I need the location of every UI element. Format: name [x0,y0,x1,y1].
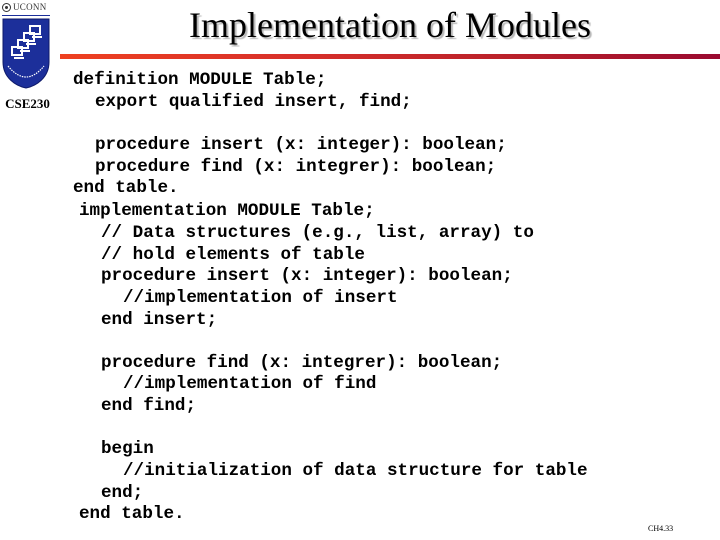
code-line: procedure insert (x: integer): boolean; [95,135,507,155]
code-line: end find; [101,396,197,416]
code-line: end table. [73,178,179,198]
seal-icon [2,2,11,12]
code-line: procedure find (x: integrer): boolean; [101,353,503,373]
code-line: //implementation of find [123,374,377,394]
wordmark-text: UCONN [13,2,47,12]
slide-title: Implementation of Modules [189,5,591,45]
page-number: CH4.33 [648,524,674,533]
code-line: //initialization of data structure for t… [123,461,588,481]
code-line: procedure find (x: integrer): boolean; [95,157,497,177]
department-shield-logo [2,18,50,89]
code-line: begin [101,439,154,459]
code-line: end insert; [101,310,218,330]
course-label: CSE230 [5,96,50,111]
wordmark-underline [2,15,50,16]
code-line: implementation MODULE Table; [79,201,375,221]
code-line: end; [101,483,144,503]
code-line: // Data structures (e.g., list, array) t… [101,223,534,243]
code-line: end table. [79,504,185,524]
code-line: export qualified insert, find; [95,92,412,112]
title-divider [60,54,720,59]
code-line: //implementation of insert [123,288,398,308]
code-line: definition MODULE Table; [73,70,327,90]
code-line: procedure insert (x: integer): boolean; [101,266,513,286]
code-line: // hold elements of table [101,245,365,265]
university-wordmark: UCONN [2,1,47,13]
